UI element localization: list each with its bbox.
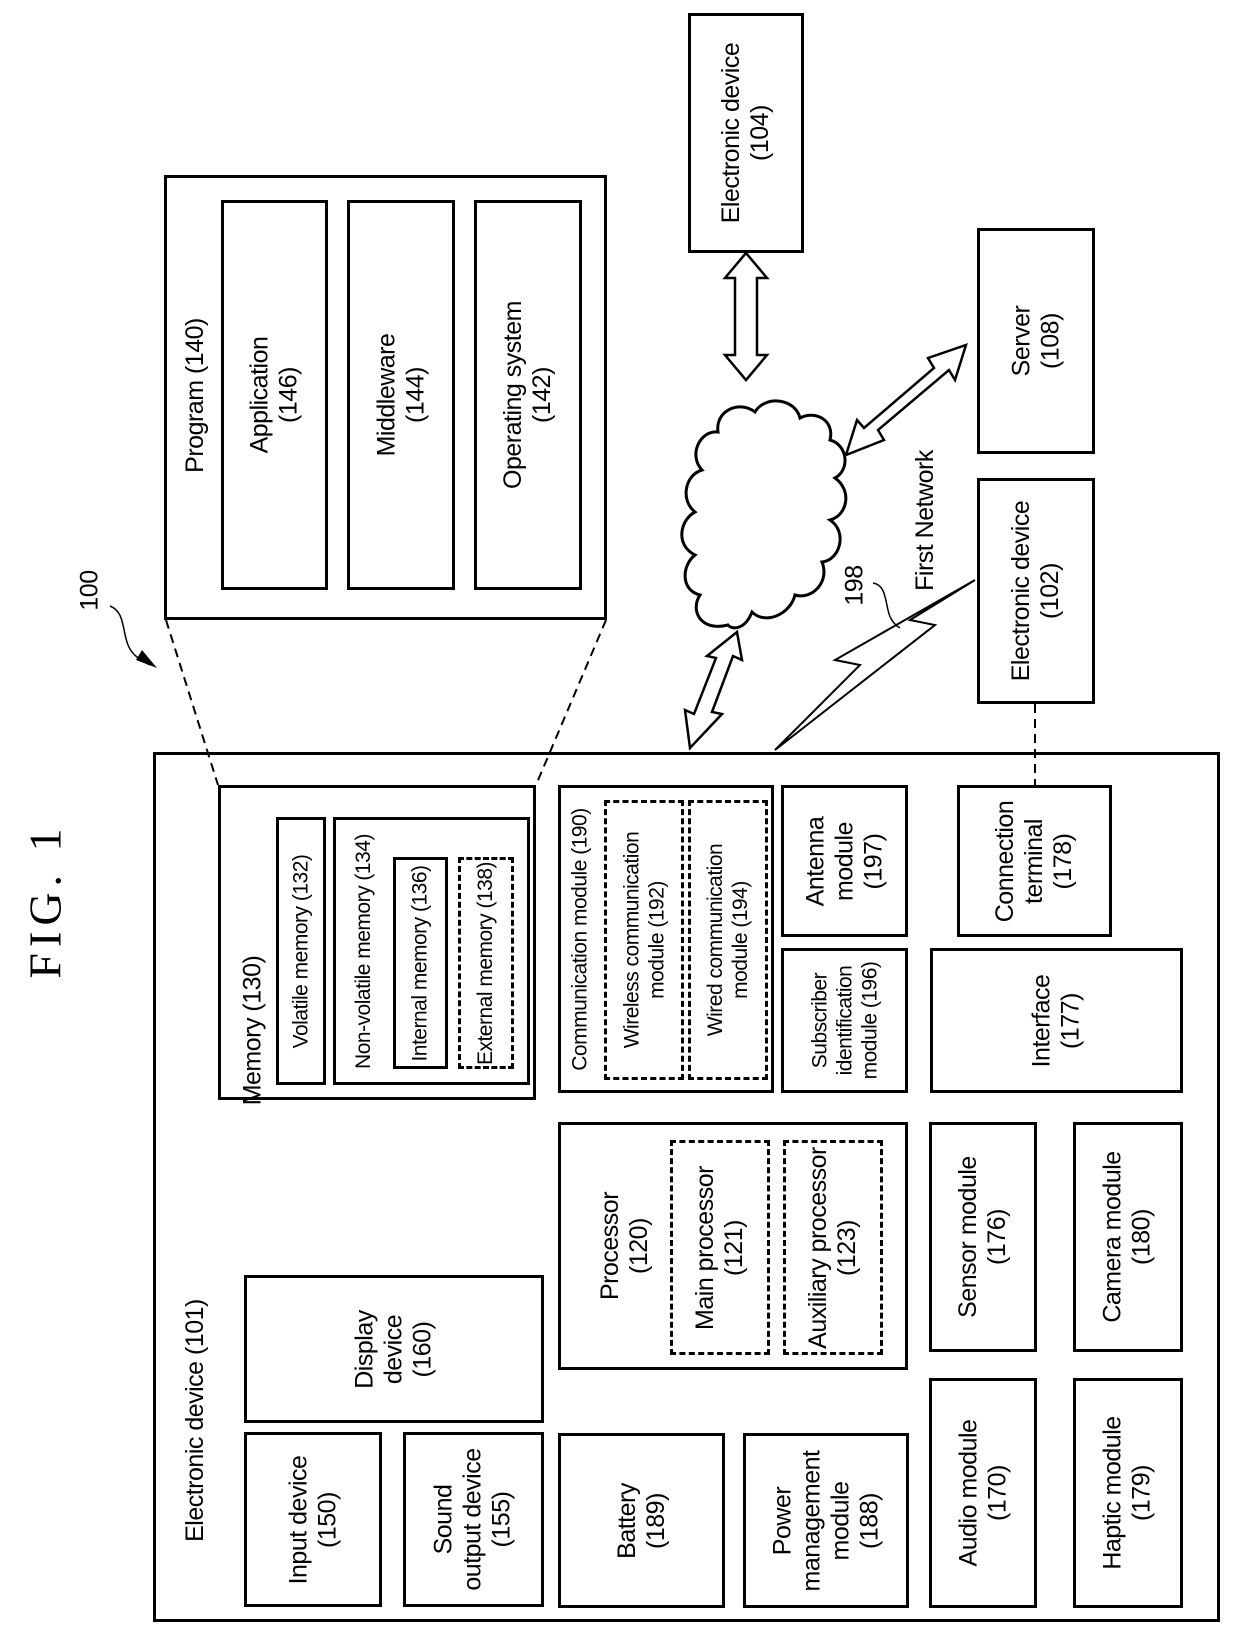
battery-label: Battery (189) (612, 1482, 670, 1559)
connection-terminal-label: Connection terminal (178) (990, 800, 1077, 922)
interface-label: Interface (177) (1027, 974, 1085, 1067)
system-ref-arrowhead (136, 650, 157, 668)
arrow-104-network (722, 251, 770, 382)
wired-communication-module-label: Wired communication module (194) (704, 843, 752, 1037)
subscriber-identification-module-label: Subscriber identification module (196) (807, 961, 881, 1080)
haptic-module-label: Haptic module (179) (1099, 1416, 1156, 1570)
electronic-device-104-label: Electronic device (104) (717, 42, 775, 224)
system-ref-leader (109, 605, 151, 666)
arrow-device-network (683, 629, 744, 751)
volatile-memory-label: Volatile memory (132) (289, 854, 313, 1048)
input-device-label: Input device (150) (283, 1455, 341, 1584)
main-processor-label: Main processor (121) (691, 1165, 748, 1330)
non-volatile-memory-label: Non-volatile memory (134) (351, 833, 375, 1069)
system-ref-label: 100 (75, 569, 104, 611)
power-management-module-label: Power management module (188) (768, 1450, 883, 1591)
operating-system-label: Operating system (142) (499, 301, 557, 489)
internal-memory-label: Internal memory (136) (409, 864, 433, 1062)
server-108-label: Server (108) (1006, 305, 1064, 377)
audio-module-label: Audio module (170) (954, 1419, 1012, 1567)
electronic-device-101-title: Electronic device (101) (180, 1298, 209, 1542)
communication-module-title: Communication module (190) (568, 807, 592, 1071)
display-device-label: Display device (160) (350, 1309, 437, 1389)
first-network-label: First Network (910, 449, 939, 591)
sound-output-device-label: Sound output device (155) (430, 1448, 516, 1591)
auxiliary-processor-label: Auxiliary processor (123) (804, 1146, 861, 1349)
first-network-ref-leader (872, 582, 901, 629)
second-network-label: Second Network (199) (736, 421, 793, 599)
figure-title: FIG. 1 (19, 821, 71, 979)
memory-title: Memory (130) (238, 955, 267, 1105)
sensor-module-label: Sensor module (176) (954, 1156, 1011, 1318)
electronic-device-102-label: Electronic device (102) (1007, 500, 1065, 682)
antenna-module-label: Antenna module (197) (800, 816, 887, 906)
camera-module-label: Camera module (180) (1099, 1151, 1157, 1323)
external-memory-label: External memory (138) (474, 861, 498, 1065)
first-network-ref: 198 (840, 564, 869, 606)
application-label: Application (146) (245, 336, 303, 454)
middleware-label: Middleware (144) (372, 333, 429, 457)
wireless-communication-module-label: Wireless communication module (192) (620, 831, 669, 1049)
processor-label: Processor (120) (596, 1191, 654, 1301)
program-title: Program (140) (180, 317, 209, 473)
